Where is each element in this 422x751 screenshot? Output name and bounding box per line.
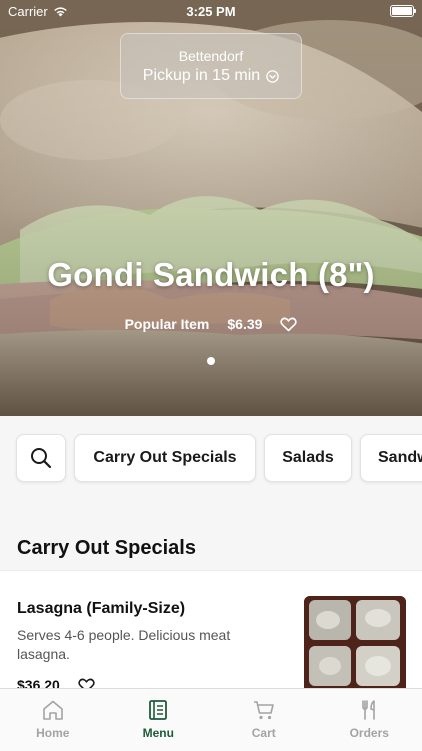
menu-item[interactable]: Lasagna (Family-Size) Serves 4-6 people.… (0, 570, 422, 689)
category-sandwiches[interactable]: Sandwiches (360, 434, 422, 482)
search-icon (30, 447, 52, 469)
pickup-eta-row: Pickup in 15 min (121, 67, 301, 85)
tab-orders[interactable]: Orders (317, 689, 422, 751)
section-title: Carry Out Specials (17, 537, 196, 560)
tab-cart-label: Cart (252, 726, 276, 740)
category-bar[interactable]: Carry Out Specials Salads Sandwiches (0, 416, 422, 500)
carousel-dot-active[interactable] (207, 357, 215, 365)
category-salads[interactable]: Salads (264, 434, 352, 482)
featured-item-price: $6.39 (227, 316, 262, 332)
battery-icon (390, 5, 414, 17)
featured-item-title: Gondi Sandwich (8") (0, 256, 422, 294)
pickup-location: Bettendorf (121, 48, 301, 64)
utensils-icon (358, 699, 380, 721)
tab-orders-label: Orders (350, 726, 389, 740)
category-carry-out-specials[interactable]: Carry Out Specials (74, 434, 256, 482)
featured-item-meta: Popular Item $6.39 (0, 316, 422, 332)
featured-item-tag: Popular Item (125, 316, 210, 332)
menu-item-description: Serves 4-6 people. Delicious meat lasagn… (17, 626, 277, 664)
status-bar: Carrier 3:25 PM (0, 0, 422, 22)
lasagna-photo (304, 596, 406, 689)
tab-cart[interactable]: Cart (211, 689, 317, 751)
heart-icon[interactable] (280, 317, 297, 332)
menu-item-photo[interactable] (304, 596, 406, 689)
pickup-eta: Pickup in 15 min (143, 67, 260, 85)
cart-icon (252, 699, 276, 721)
menu-item-name: Lasagna (Family-Size) (17, 600, 185, 618)
hero-banner[interactable]: Carrier 3:25 PM Bettendorf Pickup in 15 … (0, 0, 422, 416)
tab-menu-label: Menu (143, 726, 174, 740)
tab-bar: Home Menu Cart Orders (0, 688, 422, 751)
home-icon (41, 699, 65, 721)
pickup-selector[interactable]: Bettendorf Pickup in 15 min (120, 33, 302, 99)
tab-home-label: Home (36, 726, 69, 740)
tab-home[interactable]: Home (0, 689, 106, 751)
menu-icon (147, 699, 169, 721)
carousel-dots[interactable] (0, 357, 422, 365)
tab-menu[interactable]: Menu (106, 689, 212, 751)
clock: 3:25 PM (0, 4, 422, 19)
search-button[interactable] (16, 434, 66, 482)
chevron-down-circle-icon (266, 70, 279, 83)
